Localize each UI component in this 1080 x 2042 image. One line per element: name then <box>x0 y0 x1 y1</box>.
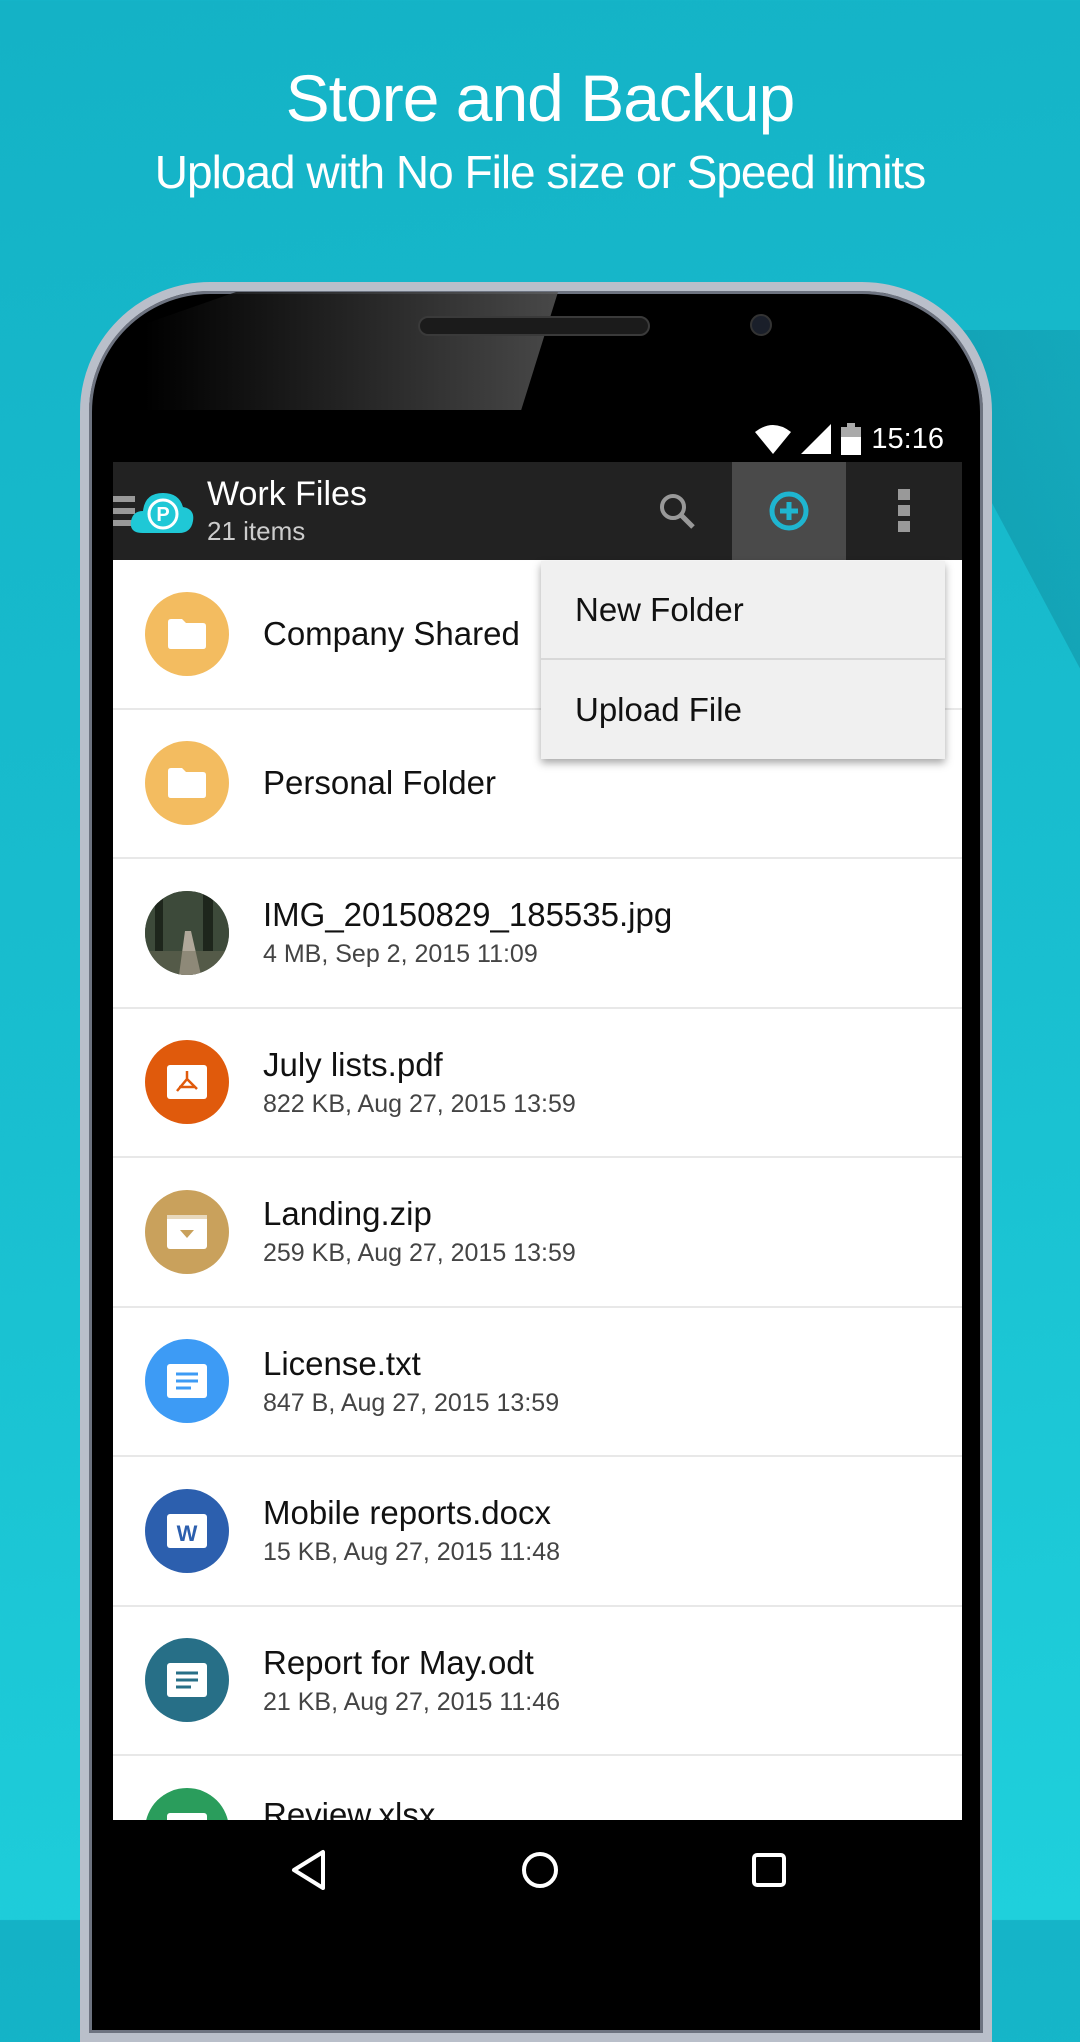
file-name: Mobile reports.docx <box>263 1494 551 1532</box>
file-name: July lists.pdf <box>263 1045 443 1083</box>
file-name: License.txt <box>263 1344 421 1382</box>
file-name: Company Shared <box>263 614 520 652</box>
add-menu: New Folder Upload File <box>541 561 945 759</box>
file-meta: 259 KB, Aug 27, 2015 13:59 <box>263 1239 576 1268</box>
status-bar: 15:16 <box>113 416 962 462</box>
file-name: Report for May.odt <box>263 1643 534 1681</box>
zip-icon <box>145 1189 229 1274</box>
phone-speaker <box>418 316 650 336</box>
signal-icon <box>801 424 832 454</box>
folder-icon <box>145 591 229 676</box>
search-button[interactable] <box>620 462 734 560</box>
word-icon: W <box>145 1488 229 1573</box>
status-time: 15:16 <box>871 422 944 455</box>
file-meta: 15 KB, Aug 27, 2015 11:48 <box>263 1538 561 1567</box>
text-icon <box>145 1339 229 1424</box>
file-name: Landing.zip <box>263 1195 432 1233</box>
add-button[interactable] <box>732 462 846 560</box>
file-meta: 21 KB, Aug 27, 2015 11:46 <box>263 1687 561 1716</box>
menu-item-upload-file[interactable]: Upload File <box>541 660 945 759</box>
file-row[interactable]: July lists.pdf 822 KB, Aug 27, 2015 13:59 <box>113 1009 962 1158</box>
svg-text:W: W <box>177 1521 198 1546</box>
file-row[interactable]: IMG_20150829_185535.jpg 4 MB, Sep 2, 2015… <box>113 859 962 1009</box>
image-icon <box>145 890 229 975</box>
folder-title: Work Files <box>207 475 367 513</box>
file-meta: 822 KB, Aug 27, 2015 13:59 <box>263 1089 576 1118</box>
file-meta: 847 B, Aug 27, 2015 13:59 <box>263 1388 560 1417</box>
item-count: 21 items <box>207 516 306 546</box>
navigation-bar <box>113 1820 962 1920</box>
pdf-icon <box>145 1040 229 1125</box>
file-row[interactable]: W Mobile reports.docx 15 KB, Aug 27, 2015 … <box>113 1457 962 1607</box>
pcloud-logo[interactable]: P <box>129 487 195 535</box>
app-toolbar: P Work Files 21 items <box>113 462 962 560</box>
back-icon[interactable] <box>289 1849 329 1891</box>
more-button[interactable] <box>848 462 962 560</box>
promo-subtitle: Upload with No File size or Speed limits <box>154 146 926 198</box>
promo-title: Store and Backup <box>285 61 796 135</box>
folder-icon <box>145 741 229 826</box>
file-name: Review.xlsx <box>263 1796 436 1820</box>
file-row[interactable]: Report for May.odt 21 KB, Aug 27, 2015 11… <box>113 1607 962 1756</box>
text-icon <box>145 1638 229 1723</box>
add-circle-icon <box>769 491 809 531</box>
file-name: Personal Folder <box>263 764 496 802</box>
sheet-icon <box>145 1788 229 1820</box>
file-row[interactable]: Landing.zip 259 KB, Aug 27, 2015 13:59 <box>113 1158 962 1308</box>
phone-camera <box>750 314 772 336</box>
file-row[interactable]: License.txt 847 B, Aug 27, 2015 13:59 <box>113 1308 962 1457</box>
home-icon[interactable] <box>520 1850 560 1890</box>
file-name: IMG_20150829_185535.jpg <box>263 896 673 934</box>
recents-icon[interactable] <box>751 1852 787 1888</box>
svg-text:P: P <box>156 504 169 526</box>
search-icon <box>660 494 695 529</box>
more-vert-icon <box>898 489 910 532</box>
battery-icon <box>841 423 862 455</box>
file-row[interactable]: Review.xlsx <box>113 1756 962 1820</box>
wifi-icon <box>755 425 792 454</box>
menu-item-new-folder[interactable]: New Folder <box>541 561 945 660</box>
file-meta: 4 MB, Sep 2, 2015 11:09 <box>263 940 538 969</box>
